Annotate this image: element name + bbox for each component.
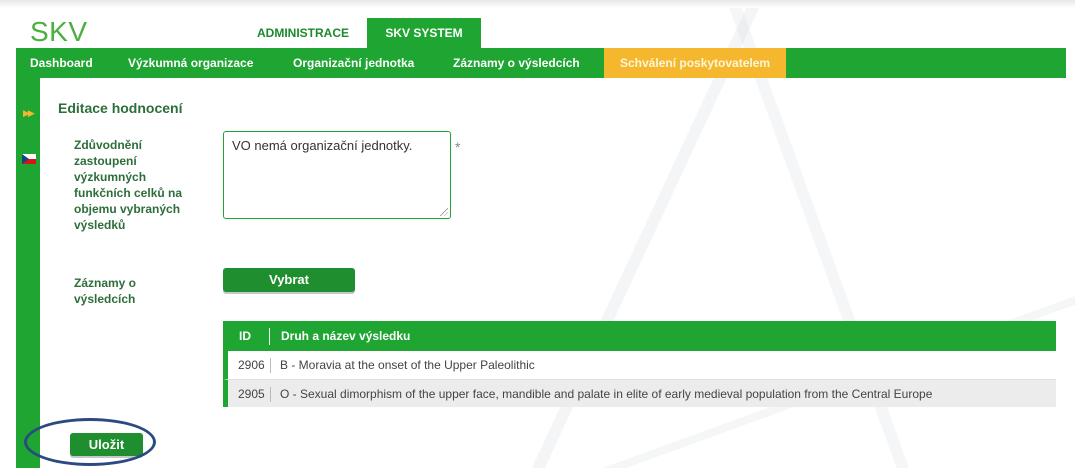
justification-value: VO nemá organizační jednotky. — [232, 138, 413, 153]
top-shadow — [0, 0, 1075, 8]
results-table: ID Druh a název výsledku 2906 B - Moravi… — [223, 321, 1056, 407]
nav-item-zaznamy-o-vysledcich[interactable]: Záznamy o výsledcích — [453, 48, 580, 78]
table-row[interactable]: 2906 B - Moravia at the onset of the Upp… — [223, 351, 1056, 379]
resize-grip-icon[interactable] — [440, 208, 448, 216]
tab-administrace[interactable]: ADMINISTRACE — [246, 18, 360, 48]
row-id: 2905 — [238, 387, 265, 401]
skv-logo[interactable]: SKV — [30, 14, 88, 48]
table-row[interactable]: 2905 O - Sexual dimorphism of the upper … — [223, 379, 1056, 407]
nav-item-organizacni-jednotka[interactable]: Organizační jednotka — [293, 48, 414, 78]
cell-divider — [270, 387, 271, 402]
page-title: Editace hodnocení — [58, 100, 183, 116]
records-label: Záznamy o výsledcích — [74, 276, 137, 306]
justification-textarea[interactable]: VO nemá organizační jednotky. — [223, 131, 451, 219]
cell-divider — [270, 358, 271, 373]
left-sidebar: ▶▶ — [16, 78, 40, 468]
required-mark: * — [455, 139, 461, 155]
row-id: 2906 — [238, 358, 265, 372]
column-header-id: ID — [239, 329, 251, 343]
annotation-ellipse — [24, 418, 156, 466]
nav-item-dashboard[interactable]: Dashboard — [30, 48, 93, 78]
main-nav: Dashboard Výzkumná organizace Organizačn… — [16, 48, 1066, 78]
justification-label: Zdůvodnění zastoupení výzkumných funkční… — [74, 138, 183, 232]
double-chevron-right-icon[interactable]: ▶▶ — [23, 108, 35, 119]
column-divider — [269, 328, 270, 345]
header: SKV ADMINISTRACE SKV SYSTEM — [16, 14, 1066, 48]
czech-flag-icon[interactable] — [22, 154, 36, 164]
tab-skv-system[interactable]: SKV SYSTEM — [367, 18, 481, 48]
row-name: B - Moravia at the onset of the Upper Pa… — [280, 358, 535, 372]
column-header-name: Druh a název výsledku — [281, 329, 411, 343]
nav-item-schvaleni-poskytovatelem[interactable]: Schválení poskytovatelem — [604, 48, 787, 78]
table-header: ID Druh a název výsledku — [223, 321, 1056, 351]
nav-item-vyzkumna-organizace[interactable]: Výzkumná organizace — [128, 48, 253, 78]
select-records-button[interactable]: Vybrat — [223, 268, 355, 292]
row-name: O - Sexual dimorphism of the upper face,… — [280, 387, 933, 401]
